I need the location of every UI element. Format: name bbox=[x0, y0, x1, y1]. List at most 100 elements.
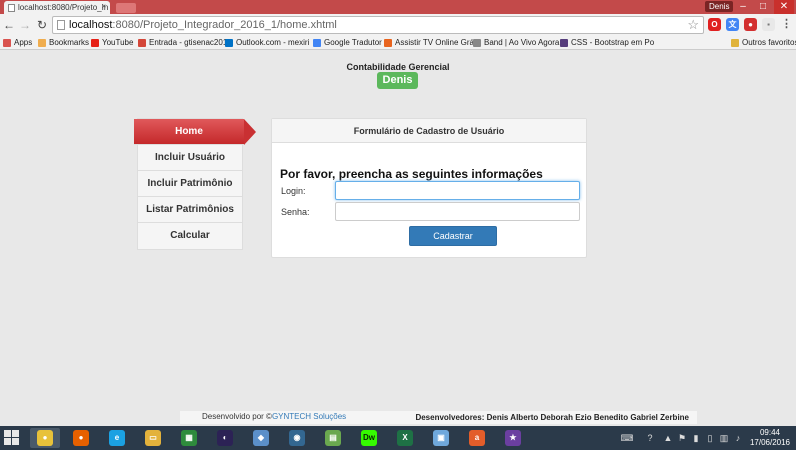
bookmark-translate[interactable]: Google Tradutor bbox=[313, 37, 382, 49]
taskbar-chart-app[interactable]: ▤ bbox=[318, 428, 348, 448]
taskbar-explorer[interactable]: ▭ bbox=[138, 428, 168, 448]
chart-app-icon: ▤ bbox=[325, 430, 341, 446]
opera-ext-icon[interactable]: O bbox=[708, 18, 721, 31]
taskbar-firefox[interactable]: ● bbox=[66, 428, 96, 448]
chrome-icon: ● bbox=[37, 430, 53, 446]
tray-arrow-icon[interactable]: ▲ bbox=[662, 432, 674, 444]
bookmark-outlook[interactable]: Outlook.com - mexiri bbox=[225, 37, 309, 49]
taskbar-project[interactable]: ▦ bbox=[174, 428, 204, 448]
bootstrap-icon bbox=[560, 39, 568, 47]
login-input[interactable] bbox=[335, 181, 580, 200]
clock-date: 17/06/2016 bbox=[749, 438, 791, 447]
user-badge: Denis bbox=[377, 72, 418, 89]
taskbar-eclipse[interactable]: ◐ bbox=[210, 428, 240, 448]
page-info-icon[interactable] bbox=[57, 20, 65, 30]
new-tab-button[interactable] bbox=[116, 3, 136, 13]
google-icon bbox=[473, 39, 481, 47]
bookmark-label: Entrada - gtisenac201 bbox=[149, 38, 228, 47]
taskbar-postgres[interactable]: ◉ bbox=[282, 428, 312, 448]
translate-icon bbox=[313, 39, 321, 47]
maximize-icon[interactable]: □ bbox=[753, 0, 773, 14]
footer-prefix: Desenvolvido por © bbox=[202, 412, 272, 421]
taskbar-ie[interactable]: e bbox=[102, 428, 132, 448]
network-icon[interactable]: ▮ bbox=[690, 432, 702, 444]
folder-icon: ▭ bbox=[145, 430, 161, 446]
browser-toolbar: ← → ↻ localhost:8080/Projeto_Integrador_… bbox=[0, 14, 796, 36]
bookmark-bootstrap[interactable]: CSS - Bootstrap em Po bbox=[560, 37, 654, 49]
address-bar[interactable]: localhost:8080/Projeto_Integrador_2016_1… bbox=[52, 16, 704, 34]
project-icon: ▦ bbox=[181, 430, 197, 446]
menu-item-calcular[interactable]: Calcular bbox=[138, 223, 242, 249]
tv-icon bbox=[384, 39, 392, 47]
forward-icon[interactable]: → bbox=[18, 17, 32, 33]
apps-icon bbox=[3, 39, 11, 47]
footer-brand-link[interactable]: GYNTECH Soluções bbox=[272, 412, 346, 421]
side-menu: Home Incluir Usuário Incluir Patrimônio … bbox=[134, 118, 256, 250]
bookmark-label: Outros favoritos bbox=[742, 38, 796, 47]
bookmark-label: YouTube bbox=[102, 38, 134, 47]
battery-icon[interactable]: ▯ bbox=[704, 432, 716, 444]
virtualbox-icon: ◆ bbox=[253, 430, 269, 446]
help-icon[interactable]: ? bbox=[644, 432, 656, 444]
taskbar-dreamweaver[interactable]: Dw bbox=[354, 428, 384, 448]
taskbar-astah[interactable]: a bbox=[462, 428, 492, 448]
bookmark-label: Band | Ao Vivo Agora bbox=[484, 38, 560, 47]
system-clock[interactable]: 09:44 17/06/2016 bbox=[748, 428, 792, 448]
bookmark-others[interactable]: Outros favoritos bbox=[731, 37, 796, 49]
profile-badge[interactable]: Denis bbox=[705, 1, 734, 12]
page-content: Contabilidade Gerencial Denis Home Inclu… bbox=[0, 50, 796, 426]
photo-viewer-icon: ▣ bbox=[433, 430, 449, 446]
bookmarks-bar: Apps Bookmarks YouTube Entrada - gtisena… bbox=[0, 36, 796, 50]
youtube-icon bbox=[91, 39, 99, 47]
gmail-icon bbox=[138, 39, 146, 47]
signal-icon[interactable]: ▥ bbox=[718, 432, 730, 444]
flag-icon[interactable]: ⚑ bbox=[676, 432, 688, 444]
form-intro: Por favor, preencha as seguintes informa… bbox=[280, 167, 543, 181]
url-path: :8080/Projeto_Integrador_2016_1/home.xht… bbox=[112, 19, 337, 31]
bookmark-label: Apps bbox=[14, 38, 33, 47]
url-host: localhost bbox=[69, 19, 113, 31]
menu-item-home[interactable]: Home bbox=[134, 119, 256, 145]
cadastrar-button[interactable]: Cadastrar bbox=[409, 226, 497, 246]
page-footer: Desenvolvido por ©GYNTECH Soluções Desen… bbox=[180, 411, 697, 424]
minimize-icon[interactable]: – bbox=[733, 0, 753, 14]
taskbar-excel[interactable]: X bbox=[390, 428, 420, 448]
login-label: Login: bbox=[281, 186, 306, 196]
bookmark-star-icon[interactable]: ☆ bbox=[687, 17, 699, 33]
taskbar-virtualbox[interactable]: ◆ bbox=[246, 428, 276, 448]
taskbar-chrome[interactable]: ● bbox=[30, 428, 60, 448]
bookmark-youtube[interactable]: YouTube bbox=[91, 37, 133, 49]
translate-ext-icon[interactable]: 文 bbox=[726, 18, 739, 31]
close-window-icon[interactable]: ✕ bbox=[774, 0, 794, 14]
senha-label: Senha: bbox=[281, 207, 310, 217]
bookmark-label: Assistir TV Online Grá bbox=[395, 38, 474, 47]
tab-title: localhost:8080/Projeto_In bbox=[18, 3, 109, 12]
firefox-icon: ● bbox=[73, 430, 89, 446]
bookmark-band[interactable]: Band | Ao Vivo Agora bbox=[473, 37, 559, 49]
taskbar-photo[interactable]: ▣ bbox=[426, 428, 456, 448]
windows-start-icon[interactable] bbox=[4, 430, 20, 446]
menu-item-incluir-usuario[interactable]: Incluir Usuário bbox=[138, 145, 242, 171]
back-icon[interactable]: ← bbox=[2, 17, 16, 33]
extension-icon[interactable]: ▪ bbox=[762, 18, 775, 31]
bookmark-bookmarks[interactable]: Bookmarks bbox=[38, 37, 89, 49]
reload-icon[interactable]: ↻ bbox=[35, 17, 49, 33]
os-taskbar: ● ● e ▭ ▦ ◐ ◆ ◉ ▤ Dw X ▣ a ★ ⌨ ? ▲ ⚑ ▮ ▯… bbox=[0, 426, 796, 450]
keyboard-icon[interactable]: ⌨ bbox=[620, 432, 634, 444]
menu-item-listar-patrimonios[interactable]: Listar Patrimônios bbox=[138, 197, 242, 223]
footer-developers: Desenvolvedores: Denis Alberto Deborah E… bbox=[415, 413, 689, 422]
menu-icon[interactable]: ⋮ bbox=[780, 18, 793, 31]
bookmark-gmail[interactable]: Entrada - gtisenac201 bbox=[138, 37, 227, 49]
senha-input[interactable] bbox=[335, 202, 580, 221]
taskbar-game[interactable]: ★ bbox=[498, 428, 528, 448]
bookmark-tv[interactable]: Assistir TV Online Grá bbox=[384, 37, 474, 49]
volume-icon[interactable]: ♪ bbox=[732, 432, 744, 444]
menu-item-incluir-patrimonio[interactable]: Incluir Patrimônio bbox=[138, 171, 242, 197]
browser-tab[interactable]: localhost:8080/Projeto_In × bbox=[4, 1, 110, 14]
record-ext-icon[interactable]: ● bbox=[744, 18, 757, 31]
bookmark-label: Google Tradutor bbox=[324, 38, 382, 47]
clock-time: 09:44 bbox=[759, 428, 781, 437]
eclipse-icon: ◐ bbox=[217, 430, 233, 446]
tab-close-icon[interactable]: × bbox=[101, 2, 106, 11]
bookmark-apps[interactable]: Apps bbox=[3, 37, 32, 49]
